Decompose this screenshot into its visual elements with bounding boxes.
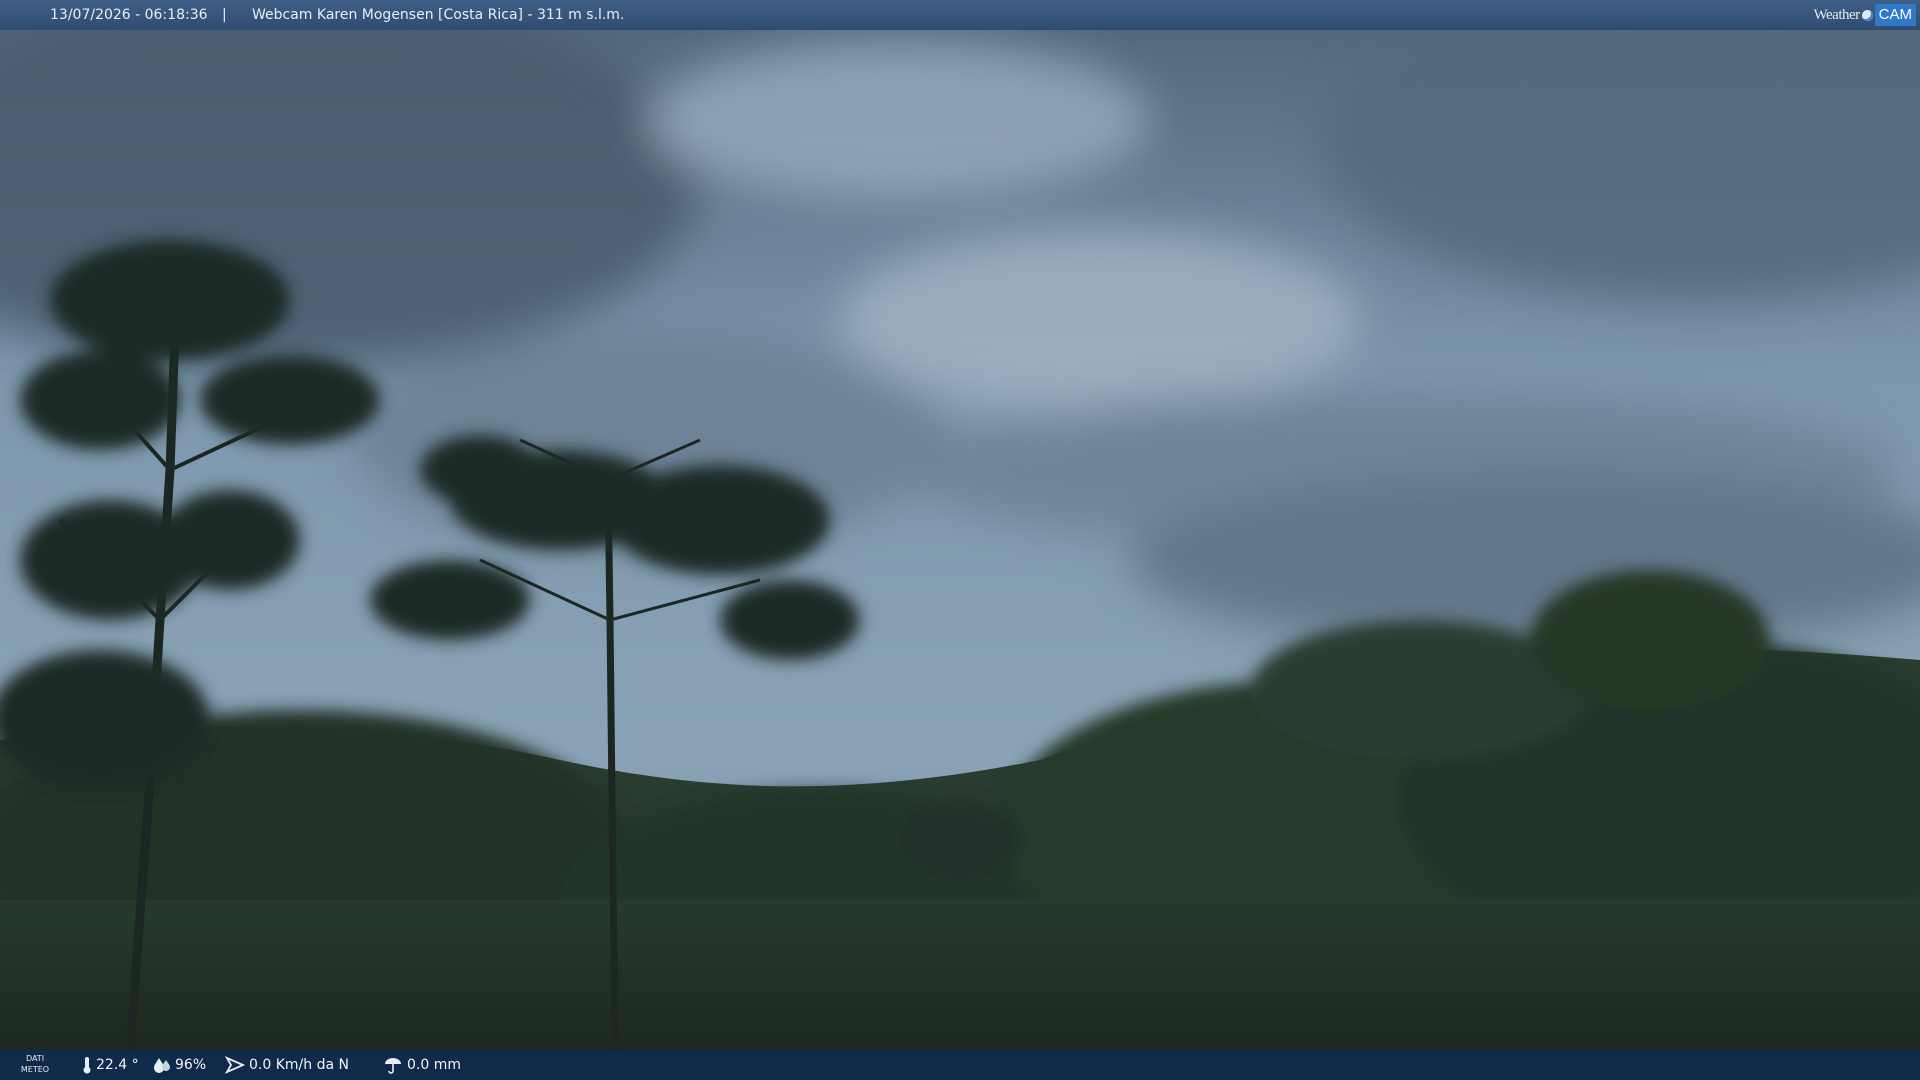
humidity-reading: 96% [153, 1050, 206, 1080]
thermometer-icon [83, 1057, 91, 1074]
label-line-2: METEO [20, 1065, 50, 1074]
wind-reading: 0.0 Km/h da N [225, 1050, 349, 1080]
humidity-value: 96% [175, 1057, 207, 1073]
temperature-reading: 22.4 ° [82, 1050, 139, 1080]
rain-value: 0.0 mm [407, 1057, 461, 1073]
capture-datetime: 13/07/2026 - 06:18:36 [50, 7, 208, 23]
rain-icon [385, 1058, 401, 1074]
weather-data-label: DATI METEO [20, 1053, 50, 1075]
webcam-title: Webcam Karen Mogensen [Costa Rica] - 311… [252, 7, 625, 23]
rain-reading: 0.0 mm [383, 1050, 461, 1080]
logo-cam-text: CAM [1874, 4, 1916, 26]
webcam-photo [0, 0, 1920, 1080]
wind-value: 0.0 Km/h da N [249, 1057, 349, 1073]
wind-icon [225, 1056, 245, 1074]
weathercam-logo[interactable]: Weather CAM [1814, 3, 1916, 27]
logo-globe-icon [1861, 9, 1873, 21]
label-line-1: DATI [25, 1054, 45, 1063]
temperature-value: 22.4 ° [96, 1057, 139, 1073]
header-separator: | [222, 7, 227, 23]
logo-weather-text: Weather [1813, 7, 1861, 23]
weather-data-bar: DATI METEO 22.4 ° 96% 0.0 Km/h da N 0.0 … [0, 1050, 1920, 1080]
webcam-header-bar: 13/07/2026 - 06:18:36 | Webcam Karen Mog… [0, 0, 1920, 30]
humidity-icon [154, 1058, 170, 1073]
